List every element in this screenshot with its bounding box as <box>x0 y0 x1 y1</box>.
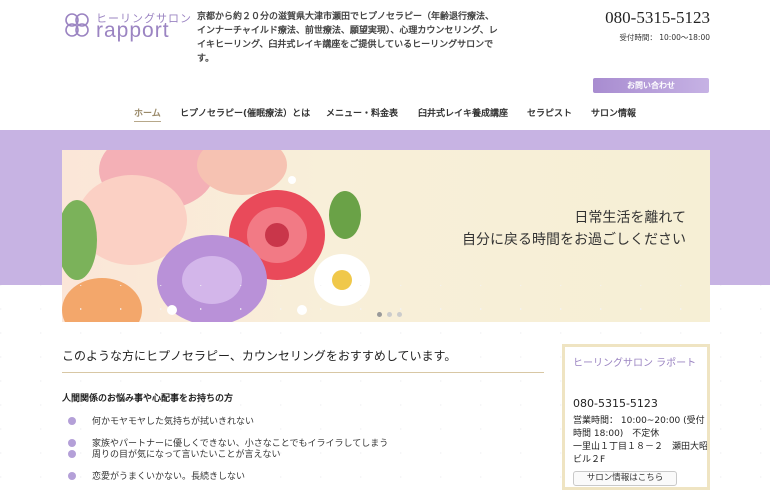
bullet-dot <box>68 450 76 458</box>
bullet-dot <box>68 439 76 447</box>
nav-menu-price[interactable]: メニュー・料金表 <box>326 106 398 119</box>
header-phone: 080-5315-5123 <box>605 8 710 27</box>
logo-knot-icon <box>65 13 89 37</box>
nav-home[interactable]: ホーム <box>134 106 161 122</box>
site-header: ヒーリングサロン rapport 京都から約２０分の滋賀県大津市瀬田でヒプノセラ… <box>0 0 770 70</box>
salon-name: ヒーリングサロン ラポート <box>573 358 697 369</box>
salon-info-card: ヒーリングサロン ラポート 080-5315-5123 営業時間： 10:00~… <box>562 344 710 490</box>
hero-line-2: 自分に戻る時間をお過ごしください <box>462 232 686 248</box>
nav-reiki-course[interactable]: 臼井式レイキ養成講座 <box>418 106 508 119</box>
bullet-dot <box>68 417 76 425</box>
site-logo[interactable]: ヒーリングサロン rapport <box>62 10 191 42</box>
nav-therapist[interactable]: セラピスト <box>527 106 572 119</box>
site-intro: 京都から約２０分の滋賀県大津市瀬田でヒプノセラピー（年齢退行療法、インナーチャイ… <box>197 12 498 64</box>
nav-salon-info[interactable]: サロン情報 <box>591 106 636 119</box>
salon-phone: 080-5315-5123 <box>573 397 658 410</box>
recommend-list: 何かモヤモヤした気持ちが拭いきれない 家族やパートナーに優しくできない、小さなこ… <box>68 414 508 483</box>
list-item: 周りの目が気になって言いたいことが言えない <box>68 447 508 461</box>
header-hours: 受付時間： 10:00～18:00 <box>619 33 710 42</box>
list-item: 何かモヤモヤした気持ちが拭いきれない <box>68 414 508 428</box>
bullet-dot <box>68 472 76 480</box>
section-subtitle: 人間関係のお悩み事や心配事をお持ちの方 <box>62 394 234 404</box>
salon-address: 一里山１丁目１８－２ 瀬田大昭ビル２F <box>573 442 709 465</box>
logo-text: rapport <box>96 19 170 42</box>
nav-hypnotherapy[interactable]: ヒプノセラピー(催眠療法）とは <box>180 106 310 119</box>
list-item: 家族やパートナーに優しくできない、小さなことでもイライラしてしまう <box>68 436 508 449</box>
list-item: 恋愛がうまくいかない。長続きしない <box>68 469 508 483</box>
section-title: このような方にヒプノセラピー、カウンセリングをおすすめしています。 <box>62 349 457 363</box>
main-nav: ホーム ヒプノセラピー(催眠療法）とは メニュー・料金表 臼井式レイキ養成講座 … <box>120 106 660 124</box>
salon-hours: 営業時間： 10:00~20:00 (受付時間 18:00) 不定休 <box>573 416 705 439</box>
contact-button[interactable]: お問い合わせ <box>593 78 709 93</box>
title-divider <box>62 372 544 373</box>
salon-info-button[interactable]: サロン情報はこちら <box>573 471 677 486</box>
hero-tagline: 日常生活を離れて 自分に戻る時間をお過ごしください <box>462 207 686 251</box>
hero-line-1: 日常生活を離れて <box>574 210 686 226</box>
